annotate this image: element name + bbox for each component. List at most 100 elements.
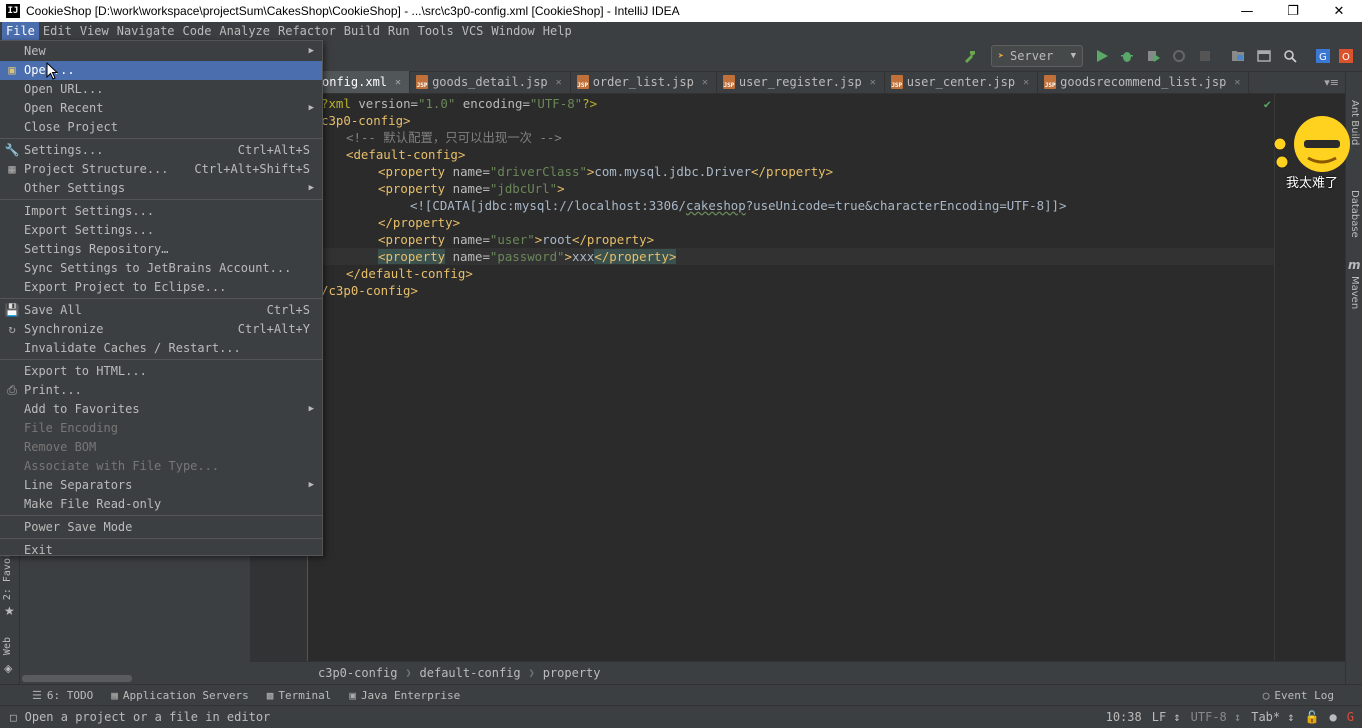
menu-item-new[interactable]: New ▶ (0, 42, 322, 61)
menu-refactor[interactable]: Refactor (274, 22, 340, 40)
caret-position[interactable]: 10:38 (1106, 710, 1142, 724)
close-tab-icon[interactable]: ✕ (556, 77, 562, 88)
menu-tools[interactable]: Tools (414, 22, 458, 40)
breadcrumb-item[interactable]: c3p0-config (318, 666, 397, 680)
run-icon[interactable] (1094, 48, 1110, 64)
menu-item-project-structure[interactable]: ▦ Project Structure... Ctrl+Alt+Shift+S (0, 160, 322, 179)
menu-item-export-eclipse[interactable]: Export Project to Eclipse... (0, 278, 322, 297)
menu-item-add-favorites[interactable]: Add to Favorites ▶ (0, 400, 322, 419)
web-tool-tab[interactable]: Web (2, 637, 13, 655)
code-line: <!-- 默认配置，只可以出现一次 --> (346, 130, 562, 145)
translate-plugin-icon[interactable]: G (1315, 48, 1331, 64)
menu-item-save-all[interactable]: 💾 Save All Ctrl+S (0, 301, 322, 320)
menu-item-settings[interactable]: 🔧 Settings... Ctrl+Alt+S (0, 141, 322, 160)
project-structure-icon[interactable] (1230, 48, 1246, 64)
coverage-icon[interactable] (1145, 48, 1161, 64)
minimize-button[interactable]: — (1224, 0, 1270, 22)
menu-item-invalidate-caches[interactable]: Invalidate Caches / Restart... (0, 339, 322, 358)
breadcrumb-item[interactable]: property (543, 666, 601, 680)
menu-build[interactable]: Build (340, 22, 384, 40)
menu-item-remove-bom: Remove BOM (24, 440, 97, 454)
menu-item-line-separators[interactable]: Line Separators ▶ (0, 476, 322, 495)
submenu-arrow-icon: ▶ (308, 46, 314, 56)
menu-item-synchronize[interactable]: ↻ Synchronize Ctrl+Alt+Y (0, 320, 322, 339)
menu-help[interactable]: Help (539, 22, 576, 40)
menu-vcs[interactable]: VCS (458, 22, 488, 40)
event-log-tool-button[interactable]: ◯ Event Log (1263, 689, 1334, 702)
close-tab-icon[interactable]: ✕ (395, 77, 401, 88)
menu-code[interactable]: Code (179, 22, 216, 40)
maven-icon: m (1348, 258, 1361, 272)
menu-item-other-settings[interactable]: Other Settings ▶ (0, 179, 322, 198)
star-icon: ★ (4, 604, 15, 618)
profile-icon[interactable] (1171, 48, 1187, 64)
stop-icon[interactable] (1197, 48, 1213, 64)
menu-bar: File Edit View Navigate Code Analyze Ref… (0, 22, 1362, 40)
menu-item-exit[interactable]: Exit (0, 541, 322, 560)
menu-item-close-project[interactable]: Close Project (0, 118, 322, 137)
menu-item-print[interactable]: ⎙ Print... (0, 381, 322, 400)
refresh-icon: ↻ (8, 322, 16, 336)
menu-edit[interactable]: Edit (39, 22, 76, 40)
menu-window[interactable]: Window (487, 22, 538, 40)
breadcrumb-item[interactable]: default-config (420, 666, 521, 680)
tab-goods-detail[interactable]: JSP goods_detail.jsp ✕ (410, 71, 571, 93)
line-separator-select[interactable]: LF ↕ (1152, 710, 1181, 724)
menu-view[interactable]: View (76, 22, 113, 40)
ant-build-tool-tab[interactable]: Ant Build (1349, 100, 1360, 145)
indent-select[interactable]: Tab* ↕ (1251, 710, 1294, 724)
java-enterprise-tool-button[interactable]: ▣ Java Enterprise (349, 689, 460, 702)
menu-item-make-readonly[interactable]: Make File Read-only (0, 495, 322, 514)
application-servers-tool-button[interactable]: ▦ Application Servers (111, 689, 248, 702)
menu-item-associate-file-type: Associate with File Type... (24, 459, 220, 473)
horizontal-scrollbar[interactable] (22, 675, 132, 682)
lock-icon[interactable]: 🔓 (1305, 710, 1320, 724)
tab-order-list[interactable]: JSP order_list.jsp ✕ (571, 71, 717, 93)
server-config-icon: ➤ (998, 50, 1005, 62)
close-tab-icon[interactable]: ✕ (1234, 77, 1240, 88)
search-everywhere-icon[interactable] (1282, 48, 1298, 64)
menu-analyze[interactable]: Analyze (215, 22, 274, 40)
tabs-overflow-icon[interactable]: ▾≡ (1324, 76, 1339, 89)
tab-goodsrecommend-list[interactable]: JSP goodsrecommend_list.jsp ✕ (1038, 71, 1250, 93)
code-editor[interactable]: ✔ ?xml version="1.0" encoding="UTF-8"?> … (309, 94, 1345, 661)
menu-item-power-save[interactable]: Power Save Mode (0, 518, 322, 537)
hector-inspector-icon[interactable]: ● (1330, 710, 1337, 724)
office-plugin-icon[interactable]: O (1338, 48, 1354, 64)
google-plugin-icon[interactable]: G (1347, 710, 1354, 724)
close-window-button[interactable]: ✕ (1316, 0, 1362, 22)
menu-separator (0, 538, 322, 539)
database-tool-tab[interactable]: Database (1349, 190, 1360, 238)
menu-item-settings-repository[interactable]: Settings Repository… (0, 240, 322, 259)
close-tab-icon[interactable]: ✕ (702, 77, 708, 88)
debug-icon[interactable] (1119, 48, 1135, 64)
code-line: <property name="user">root</property> (378, 232, 655, 247)
toggle-tool-windows-icon[interactable]: □ (10, 711, 17, 724)
menu-item-sync-settings[interactable]: Sync Settings to JetBrains Account... (0, 259, 322, 278)
build-hammer-icon[interactable] (962, 48, 978, 64)
menu-navigate[interactable]: Navigate (113, 22, 179, 40)
close-tab-icon[interactable]: ✕ (870, 77, 876, 88)
sdk-icon[interactable] (1256, 48, 1272, 64)
breadcrumb: c3p0-config ❯ default-config ❯ property (250, 661, 1345, 684)
menu-file[interactable]: File (2, 22, 39, 40)
file-encoding-select[interactable]: UTF-8 ↕ (1191, 710, 1242, 724)
menu-item-open-recent[interactable]: Open Recent ▶ (0, 99, 322, 118)
jsp-file-icon: JSP (576, 75, 589, 89)
java-ee-icon: ▣ (349, 688, 356, 702)
terminal-icon: ▩ (266, 688, 274, 702)
menu-item-import-settings[interactable]: Import Settings... (0, 202, 322, 221)
todo-tool-button[interactable]: ☰ 6: TODO (32, 689, 93, 702)
tab-user-register[interactable]: JSP user_register.jsp ✕ (717, 71, 885, 93)
svg-text:O: O (1342, 52, 1350, 63)
close-tab-icon[interactable]: ✕ (1023, 77, 1029, 88)
terminal-tool-button[interactable]: ▩ Terminal (267, 689, 332, 702)
tab-user-center[interactable]: JSP user_center.jsp ✕ (885, 71, 1039, 93)
maven-tool-tab[interactable]: Maven (1349, 276, 1360, 309)
run-configuration-select[interactable]: ➤ Server ▼ (991, 45, 1083, 67)
menu-item-export-html[interactable]: Export to HTML... (0, 362, 322, 381)
menu-item-export-settings[interactable]: Export Settings... (0, 221, 322, 240)
tool-windows-bar: ☰ 6: TODO ▦ Application Servers ▩ Termin… (0, 684, 1362, 705)
menu-run[interactable]: Run (384, 22, 414, 40)
maximize-button[interactable]: ❐ (1270, 0, 1316, 22)
